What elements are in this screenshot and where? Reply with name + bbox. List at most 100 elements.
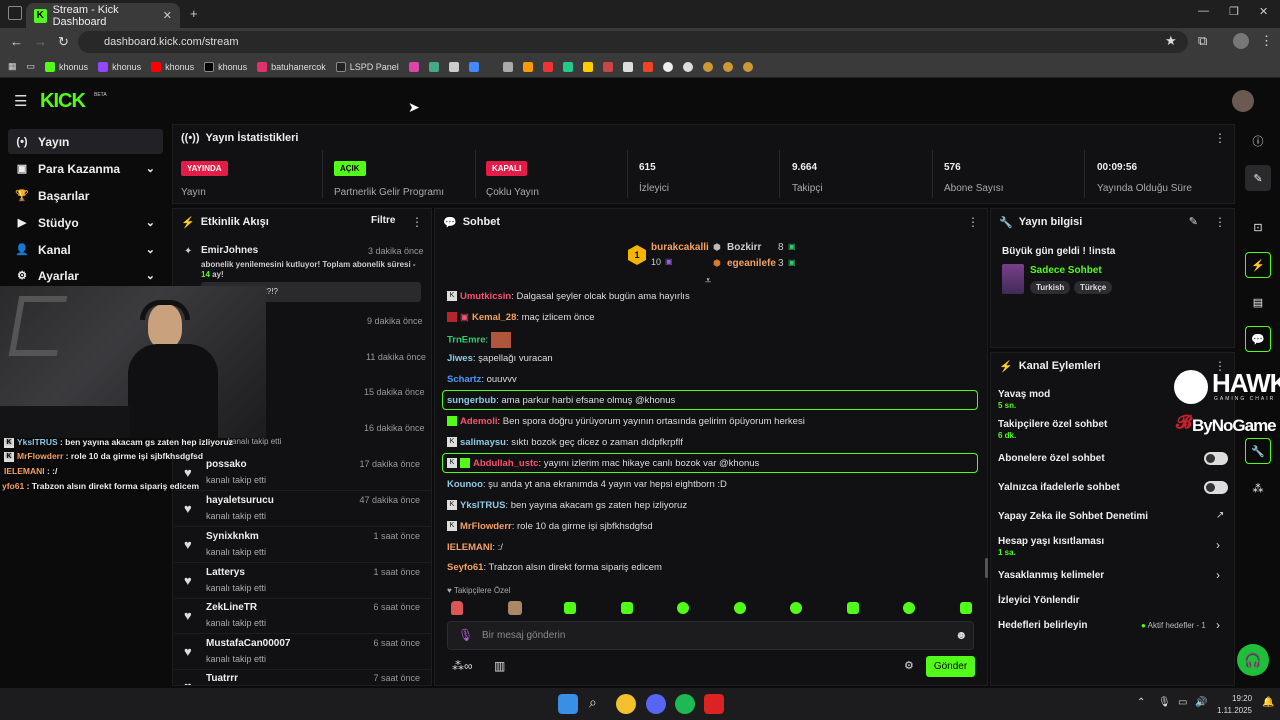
bookmark-icon[interactable]: [742, 61, 753, 72]
hamburger-menu-icon[interactable]: ☰: [14, 92, 27, 110]
chat-message[interactable]: K YkslTRUS: ben yayına akacam gs zaten he…: [447, 500, 687, 511]
bookmark-icon[interactable]: [622, 61, 633, 72]
bookmark-icon[interactable]: [428, 61, 439, 72]
support-button[interactable]: 🎧: [1237, 644, 1269, 676]
reload-icon[interactable]: ↻: [58, 34, 69, 50]
bookmark-3[interactable]: khonus: [151, 61, 194, 72]
chat-message[interactable]: K Umutkicsin: Dalgasal şeyler olcak bugün…: [447, 291, 690, 302]
minimize-icon[interactable]: —: [1198, 5, 1209, 17]
store-icon[interactable]: ▥: [494, 659, 505, 673]
chat-message[interactable]: Schartz: ouuvvv: [447, 374, 517, 385]
sidebar-item-ayarlar[interactable]: ⚙ Ayarlar ⌄: [8, 263, 163, 288]
goals-label[interactable]: Hedefleri belirleyin: [998, 620, 1087, 631]
bookmark-icon[interactable]: [562, 61, 573, 72]
search-icon[interactable]: ⌕: [589, 694, 597, 711]
user-avatar[interactable]: [1232, 90, 1254, 112]
chat-message[interactable]: Seyfo61: Trabzon alsın direkt forma sipa…: [447, 562, 662, 573]
bookmark-2[interactable]: khonus: [98, 61, 141, 72]
microphone-icon[interactable]: 🎙: [458, 628, 473, 642]
bookmark-icon[interactable]: [682, 61, 693, 72]
category-link[interactable]: Sadece Sohbet: [1030, 265, 1102, 276]
chat-message[interactable]: Jiwes: şapellağı vuracan: [447, 353, 553, 364]
notifications-icon[interactable]: 🔔: [1262, 697, 1274, 708]
send-button[interactable]: Gönder: [926, 656, 975, 677]
browser-tab[interactable]: K Stream - Kick Dashboard ✕: [26, 3, 180, 28]
emotes-only-toggle[interactable]: [1204, 481, 1228, 494]
spotify-icon[interactable]: [675, 694, 695, 714]
activity-row[interactable]: ♥ possako kanalı takip etti 17 dakika önce: [174, 455, 432, 491]
volume-icon[interactable]: 🔊: [1195, 697, 1207, 708]
activity-row[interactable]: ♥ hayaletsurucu kanalı takip etti 47 dakika…: [174, 491, 432, 527]
wrench-icon[interactable]: 🔧: [1245, 438, 1271, 464]
chat-scrollbar[interactable]: [985, 558, 988, 578]
bookmark-5[interactable]: batuhanercok: [257, 61, 326, 72]
close-tab-icon[interactable]: ✕: [163, 9, 172, 22]
chat-input-box[interactable]: 🎙 Bir mesaj gönderin ☻: [447, 621, 974, 650]
tab-search-icon[interactable]: [8, 6, 22, 20]
activity-row[interactable]: ♥ Latterys kanalı takip etti 1 saat önce: [174, 563, 432, 599]
chat-message[interactable]: Kounoo: şu anda yt ana ekranımda 4 yayın…: [447, 479, 727, 490]
bookmark-icon[interactable]: [702, 61, 713, 72]
edit-icon[interactable]: ✎: [1245, 165, 1271, 191]
apps-icon[interactable]: ▦: [8, 61, 17, 72]
emote-button[interactable]: [451, 601, 463, 615]
bookmark-icon[interactable]: [722, 61, 733, 72]
more-options-icon[interactable]: ⋮: [967, 215, 979, 229]
bookmark-icon[interactable]: [642, 61, 653, 72]
kick-logo[interactable]: KICK: [40, 90, 86, 113]
sidebar-item-yayin[interactable]: (•) Yayın: [8, 129, 163, 154]
info-icon[interactable]: ⓘ: [1245, 128, 1271, 154]
mic-icon[interactable]: 🎙: [1158, 697, 1171, 708]
sidebar-item-kanal[interactable]: 👤 Kanal ⌄: [8, 237, 163, 262]
external-link-icon[interactable]: ↗: [1216, 510, 1224, 521]
profile-avatar[interactable]: [1233, 33, 1249, 49]
chevron-right-icon[interactable]: ›: [1216, 568, 1220, 582]
gear-icon[interactable]: ⚙: [904, 659, 914, 672]
tag-chip[interactable]: Turkish: [1030, 281, 1071, 294]
bookmark-4[interactable]: khonus: [204, 61, 247, 72]
emotes-only-label[interactable]: Yalnızca ifadelerle sohbet: [998, 482, 1120, 493]
more-options-icon[interactable]: ⋮: [411, 215, 423, 229]
bookmark-6[interactable]: LSPD Panel: [335, 61, 399, 72]
extensions-icon[interactable]: ⧉: [1198, 33, 1207, 49]
bookmark-icon[interactable]: [468, 61, 479, 72]
chat-message[interactable]: IELEMANI: :/: [447, 542, 503, 553]
chat-input[interactable]: Bir mesaj gönderin: [482, 630, 565, 641]
activity-row[interactable]: ♥ Synixknkm kanalı takip etti 1 saat önce: [174, 527, 432, 563]
discord-icon[interactable]: [646, 694, 666, 714]
account-age-label[interactable]: Hesap yaşı kısıtlaması: [998, 536, 1104, 547]
back-icon[interactable]: ←: [10, 34, 23, 49]
chevron-right-icon[interactable]: ›: [1216, 538, 1220, 552]
leader-2-name[interactable]: Bozkirr: [727, 242, 761, 253]
bookmark-star-icon[interactable]: ★: [1165, 33, 1177, 49]
tray-arrow-icon[interactable]: ⌃: [1137, 697, 1145, 708]
more-options-icon[interactable]: ⋮: [1214, 131, 1226, 145]
sidebar-item-para-kazanma[interactable]: ▣ Para Kazanma ⌄: [8, 156, 163, 181]
maximize-icon[interactable]: ❐: [1229, 5, 1239, 18]
chat-message[interactable]: K MrFlowderr: role 10 da girme işi sjbfkh…: [447, 521, 653, 532]
url-field[interactable]: dashboard.kick.com/stream: [78, 31, 1188, 53]
bookmark-icon[interactable]: [502, 61, 513, 72]
clock-date[interactable]: 1.11.2025: [1217, 706, 1252, 715]
followers-only-chat-label[interactable]: Takipçilere özel sohbet: [998, 419, 1107, 430]
chat-icon[interactable]: 💬: [1245, 326, 1271, 352]
document-icon[interactable]: ▤: [1245, 289, 1271, 315]
bookmark-icon[interactable]: [542, 61, 553, 72]
bookmark-icon[interactable]: [522, 61, 533, 72]
subscribers-only-toggle[interactable]: [1204, 452, 1228, 465]
emote-button[interactable]: [677, 602, 689, 614]
forward-icon[interactable]: →: [34, 34, 47, 49]
emote-button[interactable]: [508, 601, 522, 615]
bookmark-icon[interactable]: [448, 61, 459, 72]
tag-chip[interactable]: Türkçe: [1074, 281, 1113, 294]
activity-row[interactable]: ♥ ZekLineTR kanalı takip etti 6 saat önce: [174, 598, 432, 634]
more-options-icon[interactable]: ⋮: [1214, 215, 1226, 229]
sidebar-item-studyo[interactable]: ▶ Stüdyo ⌄: [8, 210, 163, 235]
activity-row[interactable]: ♥Tuatrrr7 saat önce: [174, 669, 432, 685]
filter-button[interactable]: Filtre: [371, 215, 395, 226]
emote-button[interactable]: [960, 602, 972, 614]
raid-label[interactable]: İzleyici Yönlendir: [998, 595, 1080, 606]
start-icon[interactable]: [558, 694, 578, 714]
browser-menu-icon[interactable]: ⋮: [1260, 33, 1273, 49]
emote-button[interactable]: [790, 602, 802, 614]
